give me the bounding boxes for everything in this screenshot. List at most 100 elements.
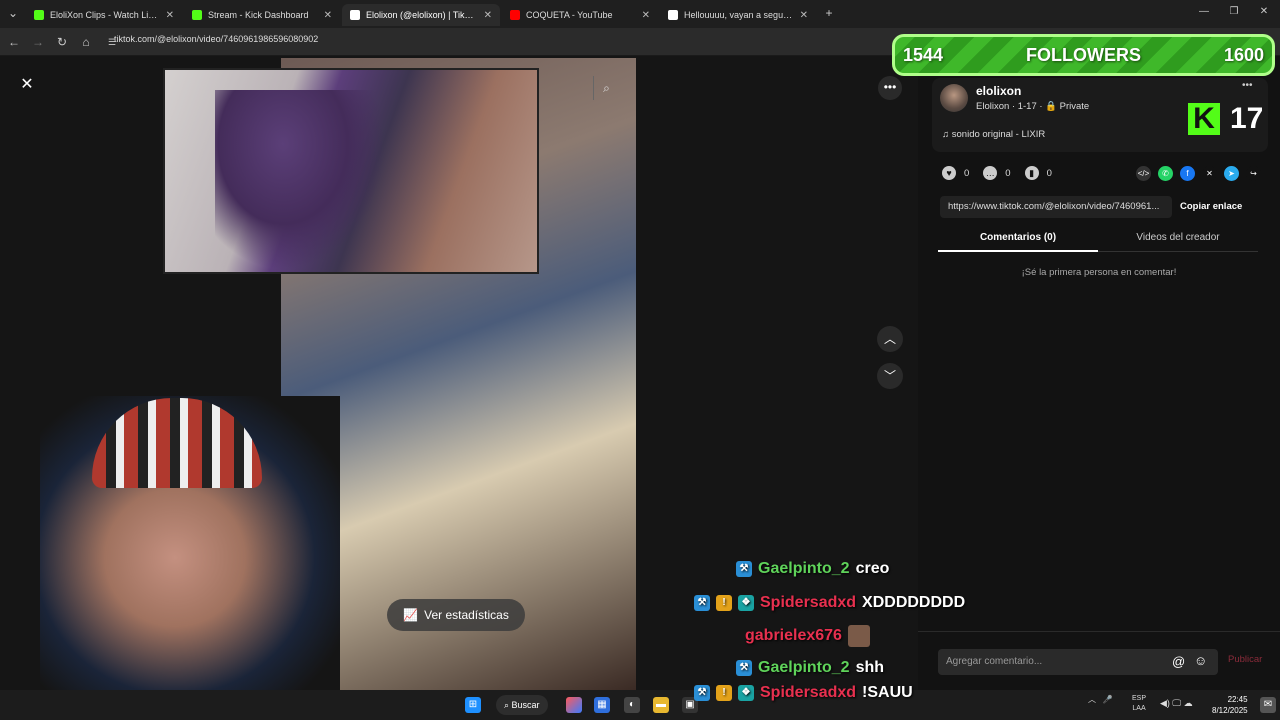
file-explorer-icon[interactable]: ▬ [653,697,669,713]
save-stat[interactable]: ▮ 0 [1024,166,1052,180]
language-code: ESP [1132,695,1147,702]
next-video-button[interactable]: ﹀ [877,363,903,389]
search-icon: ⌕ [504,700,512,710]
tab-comments[interactable]: Comentarios (0) [938,226,1098,252]
view-stats-button[interactable]: 📈 Ver estadísticas [387,599,525,631]
back-icon[interactable]: ← [6,34,22,50]
chat-message: shh [855,659,885,676]
home-icon[interactable]: ⌂ [78,34,94,50]
share-row: </> ✆ f ✕ ➤ ↪ [1136,166,1261,181]
tab-close-icon[interactable]: ✕ [484,10,492,21]
windows-start-icon[interactable]: ⊞ [465,697,481,713]
hammer-badge-icon: ⚒ [694,685,710,701]
minimize-icon[interactable]: — [1194,6,1214,22]
tab-close-icon[interactable]: ✕ [800,10,808,21]
gift-badge-icon: ❖ [738,685,754,701]
widgets-icon[interactable]: ▦ [594,697,610,713]
comment-stat[interactable]: … 0 [983,166,1011,180]
chat-message: XDDDDDDDD [862,594,966,611]
browser-tab[interactable]: Stream - Kick Dashboard ✕ [184,4,340,26]
chat-message: creo [855,560,890,577]
tiktok-favicon-icon [350,10,360,20]
forward-icon[interactable]: → [30,34,46,50]
chat-line: ⚒ Gaelpinto_2 shh [736,659,884,677]
notifications-icon[interactable]: ✉ [1260,697,1276,713]
taskbar-search[interactable]: ⌕ Buscar [496,695,548,715]
embed-icon[interactable]: </> [1136,166,1151,181]
close-video-button[interactable]: ✕ [18,76,36,94]
bookmark-icon: ▮ [1024,166,1039,180]
browser-tab[interactable]: EloliXon Clips - Watch Live on K ✕ [26,4,182,26]
tiktok-page: ✕ ⌕ ••• ︿ ﹀ 📈 Ver estadísticas elolixon … [0,56,1280,690]
tray-icons[interactable]: ◀) 🖵 ☁ [1160,698,1193,709]
engagement-row: ♥ 0 … 0 ▮ 0 [942,166,1052,180]
avatar[interactable] [940,84,968,112]
browser-tab[interactable]: Hellouuuu, vayan a seguirme ✕ [660,4,816,26]
youtube-favicon-icon [510,10,520,20]
followers-target: 1600 [1223,44,1264,65]
new-tab-button[interactable]: + [821,5,837,21]
gift-badge-icon: ❖ [738,595,754,611]
tab-label: Hellouuuu, vayan a seguirme [684,10,794,20]
more-options-button[interactable]: ••• [878,76,902,100]
tab-label: COQUETA - YouTube [526,10,613,20]
address-bar[interactable]: tiktok.com/@elolixon/video/7460961986596… [114,34,318,44]
maximize-icon[interactable]: ❐ [1224,6,1244,22]
sound-link[interactable]: ♫ sonido original - LIXIR [942,129,1045,140]
tab-search-icon[interactable]: ⌄ [5,5,21,21]
browser-tab-active[interactable]: Elolixon (@elolixon) | TikTok ✕ [342,4,500,26]
search-icon[interactable]: ⌕ [593,76,619,100]
chat-line: ⚒ ! ❖ Spidersadxd !SAUU [694,684,913,702]
tab-creator-videos[interactable]: Videos del creador [1098,226,1258,252]
clock-time: 22:45 [1227,695,1248,704]
followers-label: FOLLOWERS [1026,44,1141,65]
system-tray[interactable]: ︿ 🎤 [1088,694,1113,705]
author-name[interactable]: elolixon [976,84,1021,98]
taskbar-clock[interactable]: 22:45 8/12/2025 [1212,694,1248,716]
telegram-icon[interactable]: ➤ [1224,166,1239,181]
tab-close-icon[interactable]: ✕ [166,10,174,21]
chat-username: gabrielex676 [745,627,842,644]
app-icon[interactable]: ◐ [624,697,640,713]
save-count: 0 [1046,167,1052,179]
emoji-icon[interactable]: ☺ [1194,653,1207,668]
language-indicator[interactable]: ESP LAA [1132,694,1146,714]
previous-video-button[interactable]: ︿ [877,326,903,352]
mention-icon[interactable]: @ [1172,654,1185,669]
window-close-icon[interactable]: ✕ [1254,6,1274,22]
chat-line: gabrielex676 [745,625,870,647]
tab-label: Elolixon (@elolixon) | TikTok [366,10,478,20]
author-meta: Elolixon · 1-17 · 🔒 Private [976,101,1090,112]
chat-line: ⚒ ! ❖ Spidersadxd XDDDDDDDD [694,594,965,612]
keyboard-layout: LAA [1132,705,1146,712]
clock-date: 8/12/2025 [1212,706,1248,715]
tab-close-icon[interactable]: ✕ [324,10,332,21]
comment-icon: … [983,166,998,180]
chat-username: Spidersadxd [760,684,857,701]
share-icon[interactable]: ↪ [1246,166,1261,181]
like-stat[interactable]: ♥ 0 [942,166,969,180]
browser-tab[interactable]: COQUETA - YouTube ✕ [502,4,658,26]
copilot-icon[interactable] [566,697,582,713]
view-stats-label: Ver estadísticas [424,608,509,622]
emote-image [847,625,870,647]
chat-username: Gaelpinto_2 [758,659,850,676]
facebook-icon[interactable]: f [1180,166,1195,181]
x-icon[interactable]: ✕ [1202,166,1217,181]
kick-favicon-icon [192,10,202,20]
chart-icon: 📈 [403,608,419,622]
windows-taskbar: ⊞ ⌕ Buscar ▦ ◐ ▬ ▣ ⚒ ! ❖ Spidersadxd !SA… [0,684,1280,720]
taskbar-search-label: Buscar [511,700,540,710]
chat-line: ⚒ Gaelpinto_2 creo [736,560,889,578]
tab-close-icon[interactable]: ✕ [642,10,650,21]
whatsapp-icon[interactable]: ✆ [1158,166,1173,181]
reload-icon[interactable]: ↻ [54,34,70,50]
exclamation-badge-icon: ! [716,685,732,701]
publish-button[interactable]: Publicar [1228,654,1262,665]
copy-link-button[interactable]: Copiar enlace [1180,196,1242,218]
like-count: 0 [964,167,970,179]
chat-username: Spidersadxd [760,594,857,611]
author-more-icon[interactable]: ••• [1242,80,1253,91]
tab-label: Stream - Kick Dashboard [208,10,309,20]
video-link-field[interactable]: https://www.tiktok.com/@elolixon/video/7… [940,196,1172,218]
